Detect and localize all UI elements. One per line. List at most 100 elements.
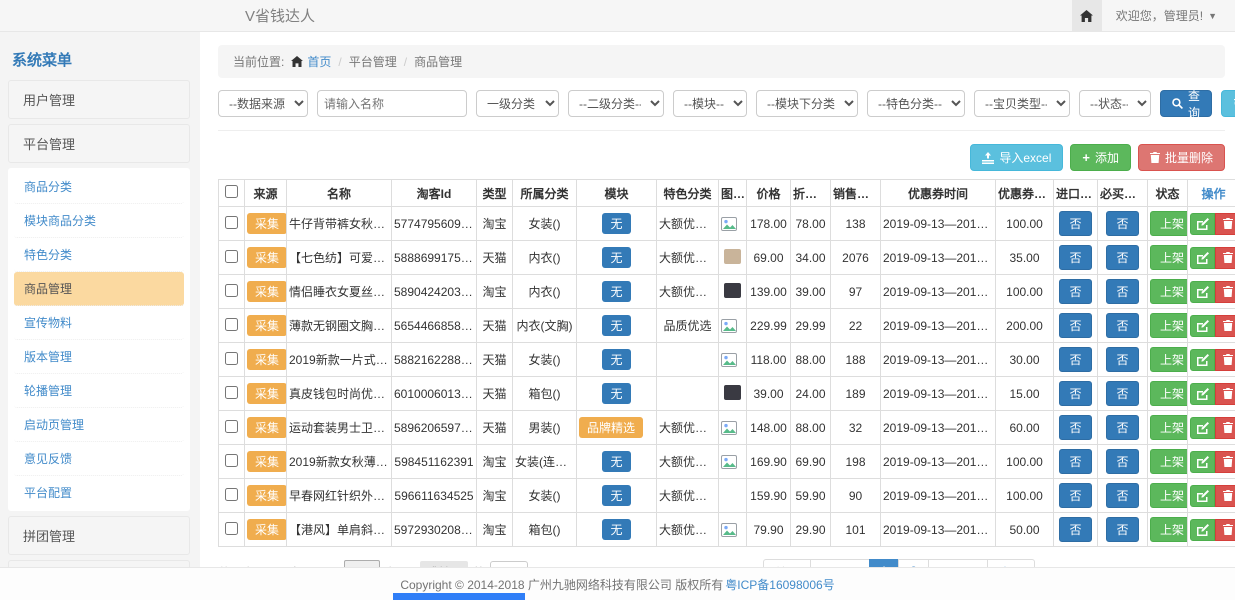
sidebar-subitem-启动页管理[interactable]: 启动页管理 — [14, 408, 184, 442]
status-button[interactable]: 上架 — [1150, 415, 1188, 440]
edit-button[interactable] — [1190, 519, 1215, 541]
delete-button[interactable] — [1215, 315, 1235, 337]
delete-button[interactable] — [1215, 349, 1235, 371]
filter-select-item-type[interactable]: --宝贝类型-- — [974, 90, 1070, 117]
edit-button[interactable] — [1190, 417, 1215, 439]
status-button[interactable]: 上架 — [1150, 381, 1188, 406]
must-buy-button[interactable]: 否 — [1106, 517, 1138, 542]
page-button-上一页[interactable]: 上一页 — [810, 559, 870, 567]
must-buy-button[interactable]: 否 — [1106, 381, 1138, 406]
delete-button[interactable] — [1215, 417, 1235, 439]
filter-select-status[interactable]: --状态-- — [1079, 90, 1151, 117]
home-nav-button[interactable] — [1072, 0, 1102, 31]
import-optional-button[interactable]: 否 — [1059, 415, 1091, 440]
filter-select-feature-category[interactable]: --特色分类-- — [867, 90, 965, 117]
sidebar-subitem-商品分类[interactable]: 商品分类 — [14, 170, 184, 204]
filter-select-module[interactable]: --模块-- — [673, 90, 747, 117]
must-buy-button[interactable]: 否 — [1106, 211, 1138, 236]
per-page-select[interactable]: 10 — [344, 560, 380, 567]
import-optional-button[interactable]: 否 — [1059, 245, 1091, 270]
import-optional-button[interactable]: 否 — [1059, 347, 1091, 372]
import-optional-button[interactable]: 否 — [1059, 381, 1091, 406]
edit-button[interactable] — [1190, 247, 1215, 269]
add-button[interactable]: + 添加 — [1070, 144, 1131, 171]
edit-button[interactable] — [1190, 485, 1215, 507]
must-buy-button[interactable]: 否 — [1106, 415, 1138, 440]
filter-select-level1-category[interactable]: 一级分类 — [476, 90, 559, 117]
row-checkbox[interactable] — [225, 284, 238, 297]
edit-button[interactable] — [1190, 213, 1215, 235]
row-checkbox[interactable] — [225, 488, 238, 501]
row-checkbox[interactable] — [225, 318, 238, 331]
sidebar-subitem-模块商品分类[interactable]: 模块商品分类 — [14, 204, 184, 238]
breadcrumb-home-link[interactable]: 首页 — [307, 53, 331, 70]
import-excel-button[interactable]: 导入excel — [970, 144, 1063, 171]
must-buy-button[interactable]: 否 — [1106, 245, 1138, 270]
row-checkbox[interactable] — [225, 250, 238, 263]
sidebar-subitem-轮播管理[interactable]: 轮播管理 — [14, 374, 184, 408]
edit-button[interactable] — [1190, 349, 1215, 371]
status-button[interactable]: 上架 — [1150, 211, 1188, 236]
status-button[interactable]: 上架 — [1150, 313, 1188, 338]
status-button[interactable]: 上架 — [1150, 483, 1188, 508]
delete-button[interactable] — [1215, 519, 1235, 541]
must-buy-button[interactable]: 否 — [1106, 279, 1138, 304]
row-checkbox[interactable] — [225, 386, 238, 399]
sidebar-subitem-版本管理[interactable]: 版本管理 — [14, 340, 184, 374]
edit-button[interactable] — [1190, 451, 1215, 473]
delete-button[interactable] — [1215, 247, 1235, 269]
delete-button[interactable] — [1215, 485, 1235, 507]
status-button[interactable]: 上架 — [1150, 279, 1188, 304]
sidebar-subitem-特色分类[interactable]: 特色分类 — [14, 238, 184, 272]
import-optional-button[interactable]: 否 — [1059, 449, 1091, 474]
sidebar-subitem-意见反馈[interactable]: 意见反馈 — [14, 442, 184, 476]
batch-delete-button[interactable]: 批量删除 — [1138, 144, 1225, 171]
import-optional-button[interactable]: 否 — [1059, 211, 1091, 236]
filter-select-level2-category[interactable]: --二级分类-- — [568, 90, 664, 117]
sidebar-item-拼团管理[interactable]: 拼团管理 — [8, 516, 190, 555]
edit-button[interactable] — [1190, 315, 1215, 337]
page-button-2[interactable]: 2 — [898, 559, 929, 567]
must-buy-button[interactable]: 否 — [1106, 347, 1138, 372]
row-checkbox[interactable] — [225, 454, 238, 467]
edit-button[interactable] — [1190, 383, 1215, 405]
delete-button[interactable] — [1215, 451, 1235, 473]
search-button[interactable]: 查询 — [1160, 90, 1212, 117]
row-checkbox[interactable] — [225, 352, 238, 365]
sidebar-subitem-平台配置[interactable]: 平台配置 — [14, 476, 184, 509]
select-all-checkbox[interactable] — [225, 185, 238, 198]
status-button[interactable]: 上架 — [1150, 517, 1188, 542]
import-optional-button[interactable]: 否 — [1059, 313, 1091, 338]
import-optional-button[interactable]: 否 — [1059, 517, 1091, 542]
user-menu[interactable]: 欢迎您，管理员! ▼ — [1102, 7, 1235, 24]
page-button-末页[interactable]: 末页 — [987, 559, 1035, 567]
status-button[interactable]: 上架 — [1150, 245, 1188, 270]
must-buy-button[interactable]: 否 — [1106, 449, 1138, 474]
sidebar-subitem-宣传物料[interactable]: 宣传物料 — [14, 306, 184, 340]
delete-button[interactable] — [1215, 213, 1235, 235]
reset-button[interactable]: ↻重置 — [1221, 90, 1235, 117]
breadcrumb-platform[interactable]: 平台管理 — [349, 53, 397, 70]
delete-button[interactable] — [1215, 383, 1235, 405]
row-checkbox[interactable] — [225, 522, 238, 535]
import-optional-button[interactable]: 否 — [1059, 483, 1091, 508]
sidebar-subitem-商品管理[interactable]: 商品管理 — [14, 272, 184, 306]
delete-button[interactable] — [1215, 281, 1235, 303]
filter-input-product-name[interactable] — [317, 90, 467, 117]
sidebar-item-平台管理[interactable]: 平台管理 — [8, 124, 190, 163]
must-buy-button[interactable]: 否 — [1106, 313, 1138, 338]
sidebar-item-省惠快报[interactable]: 省惠快报 — [8, 560, 190, 567]
must-buy-button[interactable]: 否 — [1106, 483, 1138, 508]
page-button-下一页[interactable]: 下一页 — [928, 559, 988, 567]
icp-link[interactable]: 粤ICP备16098006号 — [725, 576, 834, 593]
status-button[interactable]: 上架 — [1150, 449, 1188, 474]
edit-button[interactable] — [1190, 281, 1215, 303]
status-button[interactable]: 上架 — [1150, 347, 1188, 372]
row-checkbox[interactable] — [225, 420, 238, 433]
page-button-首页[interactable]: 首页 — [763, 559, 811, 567]
import-optional-button[interactable]: 否 — [1059, 279, 1091, 304]
filter-select-module-sub-category[interactable]: --模块下分类-- — [756, 90, 858, 117]
row-checkbox[interactable] — [225, 216, 238, 229]
sidebar-item-用户管理[interactable]: 用户管理 — [8, 80, 190, 119]
page-button-1[interactable]: 1 — [869, 559, 900, 567]
